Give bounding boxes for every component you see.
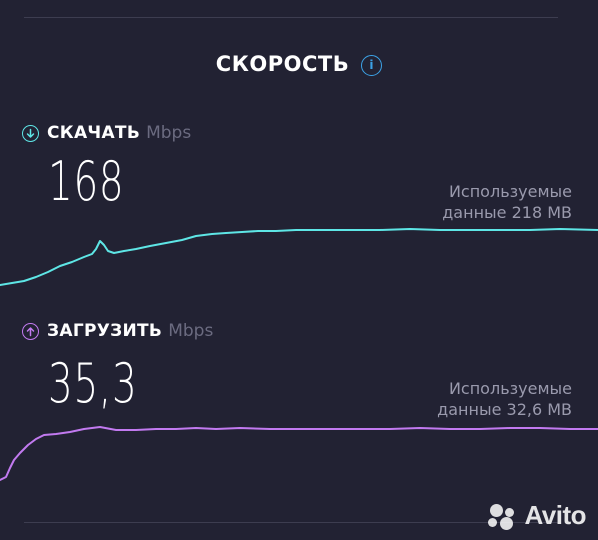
avito-text: Avito — [524, 500, 586, 530]
download-label: СКАЧАТЬ — [47, 123, 141, 143]
upload-header: ЗАГРУЗИТЬ Mbps — [22, 319, 213, 343]
download-unit: Mbps — [146, 123, 192, 143]
download-used-line2: данные 218 MB — [442, 203, 572, 222]
upload-speed-value: 35,3 — [48, 352, 138, 415]
arrow-down-circle-icon — [22, 124, 39, 142]
upload-speed-line — [0, 426, 598, 481]
speed-title: СКОРОСТЬ i — [0, 52, 598, 76]
upload-label: ЗАГРУЗИТЬ — [47, 321, 163, 341]
upload-used-line1: Используемые — [448, 379, 572, 398]
upload-unit: Mbps — [168, 321, 214, 341]
top-divider — [24, 17, 558, 18]
upload-used-line2: данные 32,6 MB — [437, 400, 572, 419]
avito-watermark: Avito — [488, 500, 586, 531]
download-header: СКАЧАТЬ Mbps — [22, 121, 191, 145]
download-speed-graph — [0, 228, 598, 286]
bottom-divider — [24, 522, 558, 523]
speed-title-text: СКОРОСТЬ — [215, 52, 350, 76]
upload-speed-graph — [0, 426, 598, 481]
download-speed-line — [0, 228, 598, 286]
download-used-line1: Используемые — [448, 182, 572, 201]
download-speed-value: 168 — [48, 150, 125, 213]
download-data-used: Используемые данные 218 MB — [442, 181, 572, 223]
avito-logo-icon — [488, 502, 520, 530]
info-icon[interactable]: i — [361, 55, 383, 76]
arrow-up-circle-icon — [22, 322, 39, 340]
upload-data-used: Используемые данные 32,6 MB — [437, 378, 572, 420]
